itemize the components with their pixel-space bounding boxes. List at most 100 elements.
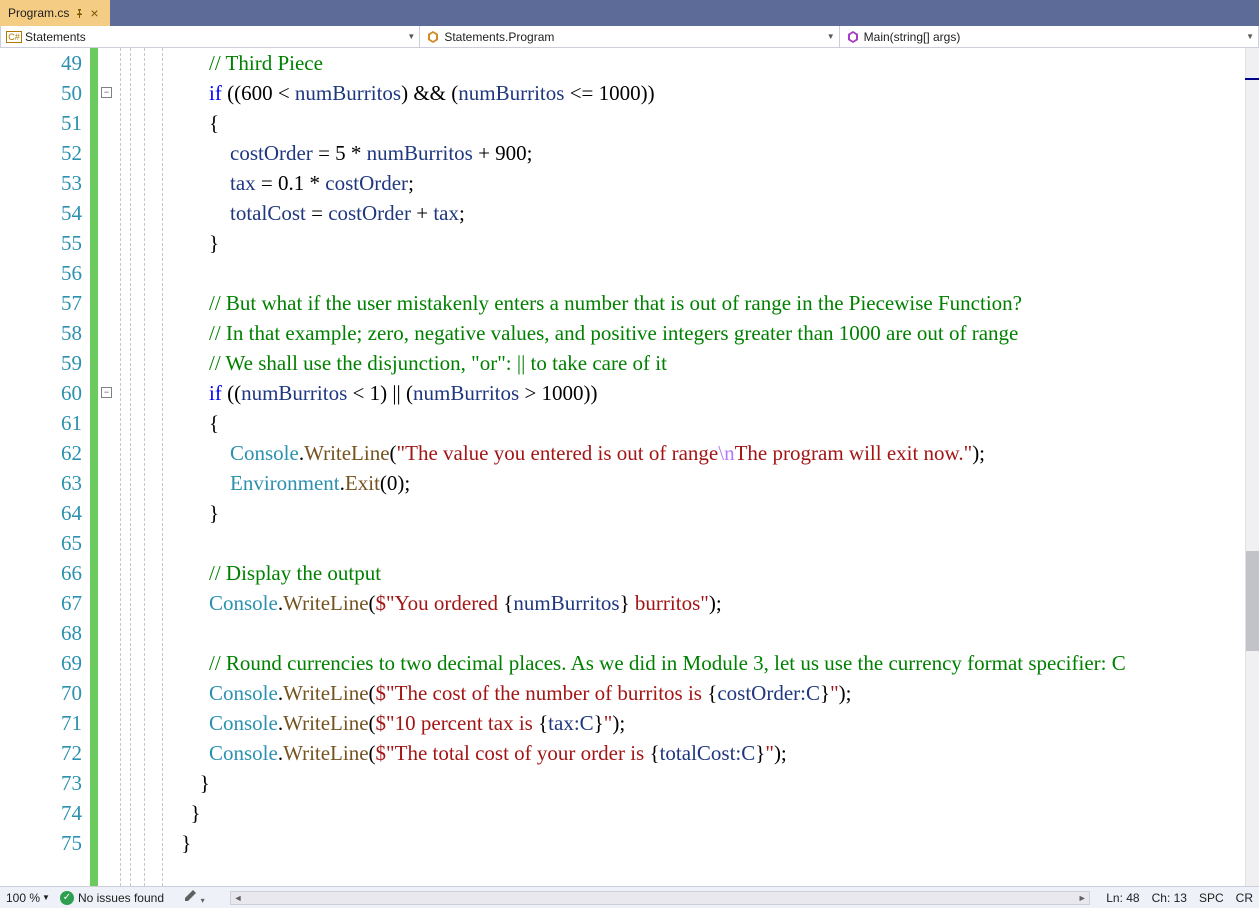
- method-icon: [846, 30, 860, 44]
- line-number: Ln: 48: [1106, 891, 1139, 905]
- line-number: 68: [0, 618, 82, 648]
- line-number: 63: [0, 468, 82, 498]
- chevron-down-icon[interactable]: ▼: [1246, 32, 1254, 41]
- zoom-control[interactable]: 100 % ▼: [6, 891, 50, 905]
- indent-guides: [118, 48, 136, 886]
- code-editor[interactable]: 4950515253545556575859606162636465666768…: [0, 48, 1259, 886]
- indent-guides-2: [136, 48, 172, 886]
- document-tab-bar: Program.cs ×: [0, 0, 1259, 26]
- fold-toggle[interactable]: −: [101, 87, 112, 98]
- line-number: 50: [0, 78, 82, 108]
- cursor-position[interactable]: Ln: 48 Ch: 13 SPC CR: [1106, 891, 1253, 905]
- code-line[interactable]: Environment.Exit(0);: [172, 468, 1259, 498]
- nav-method[interactable]: Main(string[] args) ▼: [840, 26, 1258, 47]
- issues-indicator[interactable]: ✓ No issues found: [60, 891, 164, 905]
- nav-method-label: Main(string[] args): [864, 30, 961, 44]
- scroll-left-icon[interactable]: ◄: [231, 892, 245, 904]
- code-line[interactable]: // Display the output: [172, 558, 1259, 588]
- code-line[interactable]: Console.WriteLine($"You ordered {numBurr…: [172, 588, 1259, 618]
- code-line[interactable]: // In that example; zero, negative value…: [172, 318, 1259, 348]
- status-bar: 100 % ▼ ✓ No issues found ▾ ◄ ► Ln: 48 C…: [0, 886, 1259, 908]
- line-number: 71: [0, 708, 82, 738]
- code-line[interactable]: {: [172, 408, 1259, 438]
- pencil-icon[interactable]: ▾: [174, 889, 214, 906]
- chevron-down-icon[interactable]: ▼: [42, 893, 50, 902]
- line-number: 74: [0, 798, 82, 828]
- code-line[interactable]: if ((600 < numBurritos) && (numBurritos …: [172, 78, 1259, 108]
- nav-project[interactable]: C# Statements ▼: [1, 26, 420, 47]
- code-line[interactable]: }: [172, 768, 1259, 798]
- line-number: 62: [0, 438, 82, 468]
- issues-text: No issues found: [78, 891, 164, 905]
- line-number-gutter: 4950515253545556575859606162636465666768…: [0, 48, 90, 886]
- code-line[interactable]: // We shall use the disjunction, "or": |…: [172, 348, 1259, 378]
- nav-project-label: Statements: [25, 30, 86, 44]
- line-number: 58: [0, 318, 82, 348]
- line-number: 64: [0, 498, 82, 528]
- code-line[interactable]: [172, 258, 1259, 288]
- fold-toggle[interactable]: −: [101, 387, 112, 398]
- modification-bar: [90, 48, 98, 886]
- code-line[interactable]: tax = 0.1 * costOrder;: [172, 168, 1259, 198]
- line-number: 65: [0, 528, 82, 558]
- indent-mode: SPC: [1199, 891, 1224, 905]
- code-nav-bar: C# Statements ▼ Statements.Program ▼ Mai…: [0, 26, 1259, 48]
- line-number: 56: [0, 258, 82, 288]
- code-body[interactable]: // Third Piece if ((600 < numBurritos) &…: [172, 48, 1259, 886]
- line-number: 69: [0, 648, 82, 678]
- close-icon[interactable]: ×: [90, 7, 102, 19]
- fold-column[interactable]: −−: [98, 48, 118, 886]
- csharp-icon: C#: [7, 30, 21, 44]
- code-line[interactable]: }: [172, 228, 1259, 258]
- code-line[interactable]: }: [172, 798, 1259, 828]
- pin-icon[interactable]: [75, 9, 84, 18]
- line-number: 52: [0, 138, 82, 168]
- line-number: 53: [0, 168, 82, 198]
- line-number: 61: [0, 408, 82, 438]
- code-line[interactable]: // But what if the user mistakenly enter…: [172, 288, 1259, 318]
- line-number: 51: [0, 108, 82, 138]
- line-number: 73: [0, 768, 82, 798]
- line-number: 55: [0, 228, 82, 258]
- char-number: Ch: 13: [1152, 891, 1187, 905]
- scroll-right-icon[interactable]: ►: [1075, 892, 1089, 904]
- code-line[interactable]: Console.WriteLine("The value you entered…: [172, 438, 1259, 468]
- chevron-down-icon[interactable]: ▼: [407, 32, 415, 41]
- check-icon: ✓: [60, 891, 74, 905]
- line-number: 59: [0, 348, 82, 378]
- code-line[interactable]: Console.WriteLine($"10 percent tax is {t…: [172, 708, 1259, 738]
- scrollbar-thumb[interactable]: [1246, 551, 1259, 651]
- class-icon: [426, 30, 440, 44]
- line-number: 75: [0, 828, 82, 858]
- line-number: 54: [0, 198, 82, 228]
- line-number: 67: [0, 588, 82, 618]
- line-number: 49: [0, 48, 82, 78]
- tab-title: Program.cs: [8, 6, 69, 20]
- code-line[interactable]: }: [172, 498, 1259, 528]
- code-line[interactable]: Console.WriteLine($"The total cost of yo…: [172, 738, 1259, 768]
- zoom-value: 100 %: [6, 891, 40, 905]
- code-line[interactable]: [172, 618, 1259, 648]
- vertical-scrollbar[interactable]: [1245, 48, 1259, 886]
- code-line[interactable]: {: [172, 108, 1259, 138]
- caret-indicator: [1245, 78, 1259, 80]
- horizontal-scrollbar[interactable]: ◄ ►: [230, 891, 1090, 905]
- code-line[interactable]: costOrder = 5 * numBurritos + 900;: [172, 138, 1259, 168]
- code-line[interactable]: if ((numBurritos < 1) || (numBurritos > …: [172, 378, 1259, 408]
- code-line[interactable]: Console.WriteLine($"The cost of the numb…: [172, 678, 1259, 708]
- code-line[interactable]: // Third Piece: [172, 48, 1259, 78]
- line-number: 60: [0, 378, 82, 408]
- nav-class-label: Statements.Program: [444, 30, 554, 44]
- line-ending: CR: [1236, 891, 1253, 905]
- code-line[interactable]: // Round currencies to two decimal place…: [172, 648, 1259, 678]
- line-number: 72: [0, 738, 82, 768]
- document-tab[interactable]: Program.cs ×: [0, 0, 110, 26]
- line-number: 57: [0, 288, 82, 318]
- line-number: 66: [0, 558, 82, 588]
- code-line[interactable]: [172, 528, 1259, 558]
- code-line[interactable]: totalCost = costOrder + tax;: [172, 198, 1259, 228]
- nav-class[interactable]: Statements.Program ▼: [420, 26, 839, 47]
- line-number: 70: [0, 678, 82, 708]
- code-line[interactable]: }: [172, 828, 1259, 858]
- chevron-down-icon[interactable]: ▼: [827, 32, 835, 41]
